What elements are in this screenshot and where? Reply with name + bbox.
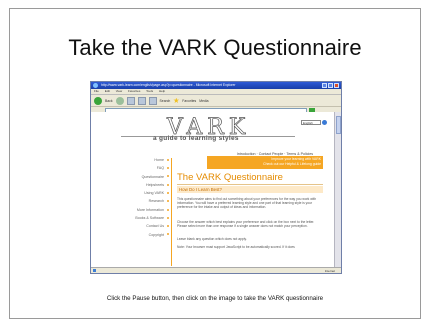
sidebar-divider (171, 158, 172, 266)
media-label: Media (199, 98, 209, 103)
browser-menu-bar: File Edit View Favorites Tools Help (91, 89, 341, 94)
menu-item: Edit (104, 89, 110, 93)
javascript-note-paragraph: Note: Your browser must support JavaScri… (177, 245, 295, 249)
forward-icon (115, 96, 124, 105)
blank-note-paragraph: Leave blank any question which does not … (177, 237, 247, 241)
slide-title: Take the VARK Questionnaire (68, 35, 362, 60)
close-icon (334, 83, 339, 88)
menu-item: Tools (146, 89, 154, 93)
stop-icon (126, 96, 135, 105)
maximize-icon (328, 83, 333, 88)
sidebar-item-contact-us: Contact Us (105, 224, 169, 228)
page-subheading: How Do I Learn Best? (177, 186, 323, 193)
search-label: Search (159, 98, 171, 103)
favorites-label: Favorites (182, 98, 197, 103)
web-page: VARK a guide to learning styles English … (91, 112, 335, 268)
back-label: Back (105, 98, 113, 103)
sidebar-item-helpsheets: Helpsheets (105, 183, 169, 187)
favorites-star-icon (173, 97, 180, 103)
status-zone: Internet (324, 268, 335, 273)
home-icon (148, 96, 157, 105)
minimize-icon (322, 83, 327, 88)
browser-window-title: http://www.vark-learn.com/english/page.a… (101, 82, 236, 87)
slide-caption: Click the Pause button, then click on th… (106, 295, 324, 302)
intro-paragraph: This questionnaire aims to find out some… (177, 197, 317, 210)
site-sidebar: Home FAQ Questionnaire Helpsheets Using … (105, 158, 169, 241)
window-buttons (322, 83, 339, 88)
internet-explorer-icon (93, 83, 98, 88)
menu-item: Help (158, 89, 166, 93)
page-status-icon (93, 269, 96, 272)
sidebar-item-more-information: More Information (105, 208, 169, 212)
browser-toolbar: Back Search Favorites Media (91, 94, 341, 106)
sidebar-item-using-vark: Using VARK (105, 191, 169, 195)
vark-screenshot-image[interactable]: http://www.vark-learn.com/english/page.a… (90, 81, 342, 274)
sidebar-item-faq: FAQ (105, 166, 169, 170)
promo-banner: Improve your learning with VARK Check ou… (207, 156, 323, 169)
instructions-paragraph: Choose the answer which best explains yo… (177, 220, 315, 229)
refresh-icon (137, 96, 146, 105)
scroll-thumb (335, 116, 341, 134)
browser-scrollbar (334, 112, 341, 268)
browser-status-bar: Internet (91, 267, 341, 273)
menu-item: Favorites (128, 89, 141, 93)
vark-tagline: a guide to learning styles (153, 135, 239, 142)
heading-divider (177, 184, 323, 185)
slide: Take the VARK Questionnaire http://www.v… (9, 8, 421, 319)
page-heading: The VARK Questionnaire (177, 172, 283, 183)
banner-line-1: Improve your learning with VARK (271, 157, 321, 161)
language-go-icon (322, 120, 327, 125)
language-select: English (301, 120, 321, 125)
back-icon (94, 96, 102, 105)
sidebar-item-questionnaire: Questionnaire (105, 175, 169, 179)
browser-title-bar: http://www.vark-learn.com/english/page.a… (91, 82, 341, 89)
menu-item: File (94, 89, 99, 93)
sidebar-item-home: Home (105, 158, 169, 162)
sidebar-item-copyright: Copyright (105, 233, 169, 237)
banner-line-2: Check out our Helpful & Lifelong guide (263, 162, 321, 166)
sidebar-item-research: Research (105, 199, 169, 203)
menu-item: View (115, 89, 123, 93)
sidebar-item-books-software: Books & Software (105, 216, 169, 220)
